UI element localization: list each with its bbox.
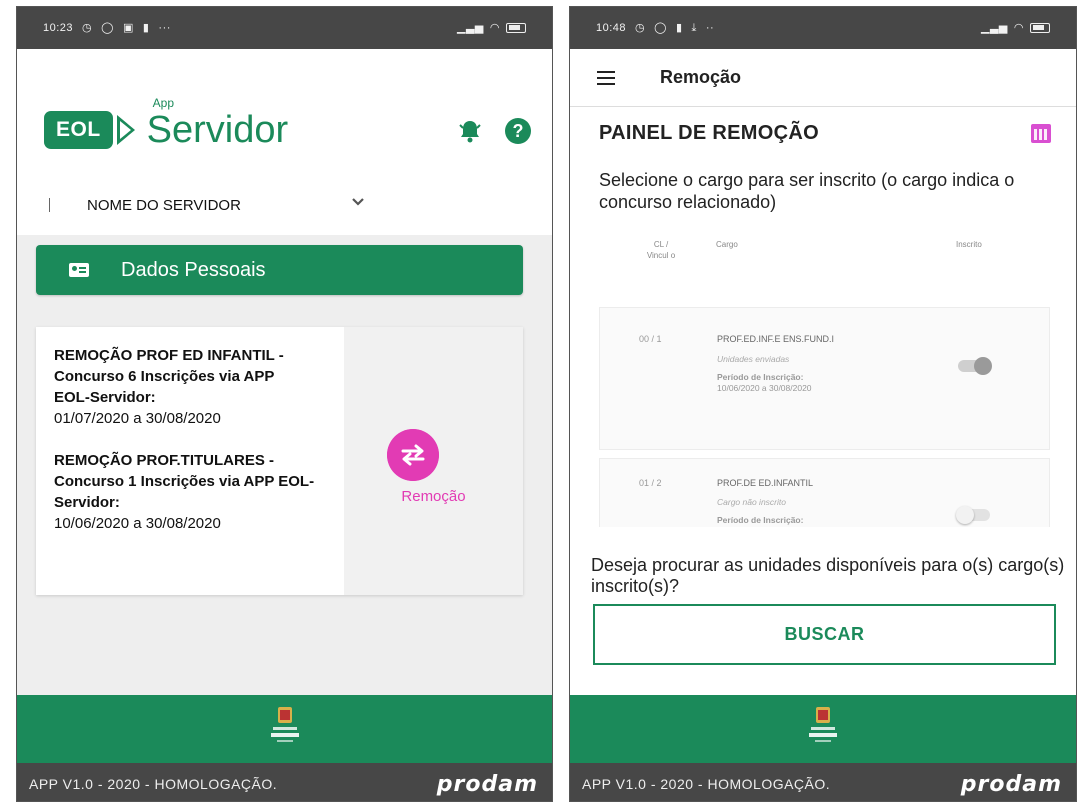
announcement-1-dates: 01/07/2020 a 30/08/2020 — [54, 410, 221, 427]
announcement-1-title: REMOÇÃO PROF ED INFANTIL - Concurso 6 In… — [54, 347, 284, 406]
home-body: Dados Pessoais REMOÇÃO PROF ED INFANTIL … — [17, 235, 552, 695]
signal-icon: ▁▃▅ — [457, 21, 484, 34]
chevron-down-icon[interactable] — [351, 197, 365, 207]
search-question: Deseja procurar as unidades disponíveis … — [591, 555, 1065, 596]
whatsapp-icon: ◯ — [101, 21, 114, 34]
footer: APP V1.0 - 2020 - HOMOLOGAÇÃO. prodam — [17, 695, 552, 801]
footer-bar: APP V1.0 - 2020 - HOMOLOGAÇÃO. prodam — [570, 763, 1076, 801]
remocao-action[interactable]: Remoção — [344, 327, 523, 595]
announcement-2: REMOÇÃO PROF.TITULARES - Concurso 1 Insc… — [54, 450, 344, 534]
server-name: NOME DO SERVIDOR — [87, 196, 241, 214]
status-more-dots: ·· — [705, 22, 715, 34]
phone-home-screen: 10:23 ◷ ◯ ▣ ▮ ··· ▁▃▅ ◠ EOL App Servidor — [16, 6, 553, 802]
announcement-2-dates: 10/06/2020 a 30/08/2020 — [54, 515, 221, 532]
status-time: 10:23 — [43, 22, 74, 34]
logo-name: Servidor — [146, 109, 289, 151]
row-status: Cargo não inscrito — [717, 497, 786, 507]
app-bar: Remoção — [570, 49, 1076, 107]
app-version: APP V1.0 - 2020 - HOMOLOGAÇÃO. — [29, 776, 278, 792]
prodam-logo: prodam — [960, 771, 1062, 797]
row-code: 01 / 2 — [639, 478, 662, 488]
row-periodo-dates: 10/06/2020 a 30/08/2020 — [717, 383, 812, 393]
status-bar: 10:23 ◷ ◯ ▣ ▮ ··· ▁▃▅ ◠ — [17, 7, 552, 49]
person-icon: ▮ — [142, 21, 150, 34]
buscar-button[interactable]: BUSCAR — [593, 604, 1056, 665]
wifi-icon: ◠ — [1013, 21, 1024, 34]
home-header: EOL App Servidor ? NOME DO SERVIDOR — [17, 49, 552, 235]
row-cargo: PROF.DE ED.INFANTIL — [717, 478, 814, 488]
download-icon: ⤓ — [691, 21, 697, 34]
status-time: 10:48 — [596, 22, 627, 34]
phone-remocao-screen: 10:48 ◷ ◯ ▮ ⤓ ·· ▁▃▅ ◠ Remoção PAINEL DE… — [569, 6, 1077, 802]
row-cargo: PROF.ED.INF.E ENS.FUND.I — [717, 334, 835, 344]
announcement-1: REMOÇÃO PROF ED INFANTIL - Concurso 6 In… — [54, 345, 344, 429]
row-periodo-label: Período de Inscrição: — [717, 372, 804, 382]
page-title: Remoção — [660, 67, 742, 87]
row-periodo-label: Período de Inscrição: — [717, 515, 804, 525]
alarm-icon: ◷ — [635, 21, 646, 34]
announcement-2-title: REMOÇÃO PROF.TITULARES - Concurso 1 Insc… — [54, 452, 315, 511]
person-icon: ▮ — [675, 21, 683, 34]
sao-paulo-crest-icon — [809, 707, 837, 742]
painel-title: PAINEL DE REMOÇÃO — [599, 122, 819, 144]
bell-icon[interactable] — [459, 119, 481, 143]
remocao-label[interactable]: Remoção — [344, 488, 523, 505]
status-more-dots: ··· — [158, 22, 171, 34]
status-bar: 10:48 ◷ ◯ ▮ ⤓ ·· ▁▃▅ ◠ — [570, 7, 1076, 49]
table-row[interactable]: 01 / 2 PROF.DE ED.INFANTIL Cargo não ins… — [599, 458, 1050, 527]
row-periodo: Período de Inscrição: 10/06/2020 a 30/08… — [717, 372, 812, 394]
row-status: Unidades enviadas — [717, 354, 790, 364]
help-icon[interactable]: ? — [505, 118, 531, 144]
cargo-list: 00 / 1 PROF.ED.INF.E ENS.FUND.I Unidades… — [570, 307, 1076, 527]
column-header-cargo: Cargo — [716, 240, 738, 249]
row-code: 00 / 1 — [639, 334, 662, 344]
calendar-icon[interactable] — [1031, 124, 1051, 143]
remocao-card: REMOÇÃO PROF ED INFANTIL - Concurso 6 In… — [36, 327, 523, 595]
instruction-text: Selecione o cargo para ser inscrito (o c… — [599, 170, 1015, 212]
battery-icon — [1030, 23, 1050, 33]
footer-bar: APP V1.0 - 2020 - HOMOLOGAÇÃO. prodam — [17, 763, 552, 801]
id-card-icon — [69, 263, 89, 277]
logo-arrow-icon — [116, 115, 135, 145]
column-header-cl: CL / Vincul o — [646, 240, 676, 260]
logo-badge: EOL — [44, 111, 113, 149]
menu-icon[interactable] — [597, 70, 615, 85]
sao-paulo-crest-icon — [270, 707, 299, 742]
alarm-icon: ◷ — [82, 21, 93, 34]
app-version: APP V1.0 - 2020 - HOMOLOGAÇÃO. — [582, 776, 831, 792]
dados-pessoais-button[interactable]: Dados Pessoais — [36, 245, 523, 295]
notification-icon: ▣ — [122, 21, 134, 34]
row-periodo: Período de Inscrição: — [717, 515, 803, 526]
wifi-icon: ◠ — [489, 21, 500, 34]
whatsapp-icon: ◯ — [654, 21, 667, 34]
table-row[interactable]: 00 / 1 PROF.ED.INF.E ENS.FUND.I Unidades… — [599, 307, 1050, 450]
column-header-inscrito: Inscrito — [956, 240, 982, 249]
footer: APP V1.0 - 2020 - HOMOLOGAÇÃO. prodam — [570, 695, 1076, 801]
inscrito-toggle[interactable] — [958, 357, 992, 375]
logo-app-text: App — [152, 96, 175, 110]
server-selector[interactable]: NOME DO SERVIDOR — [49, 192, 364, 218]
inscrito-toggle[interactable] — [956, 506, 990, 524]
battery-icon — [506, 23, 526, 33]
dados-pessoais-label: Dados Pessoais — [121, 258, 266, 281]
signal-icon: ▁▃▅ — [981, 21, 1008, 34]
eol-servidor-logo: EOL App Servidor — [44, 97, 289, 151]
announcements: REMOÇÃO PROF ED INFANTIL - Concurso 6 In… — [36, 327, 344, 595]
swap-arrows-icon[interactable] — [387, 429, 439, 481]
selector-tick — [49, 198, 50, 212]
prodam-logo: prodam — [436, 771, 538, 797]
